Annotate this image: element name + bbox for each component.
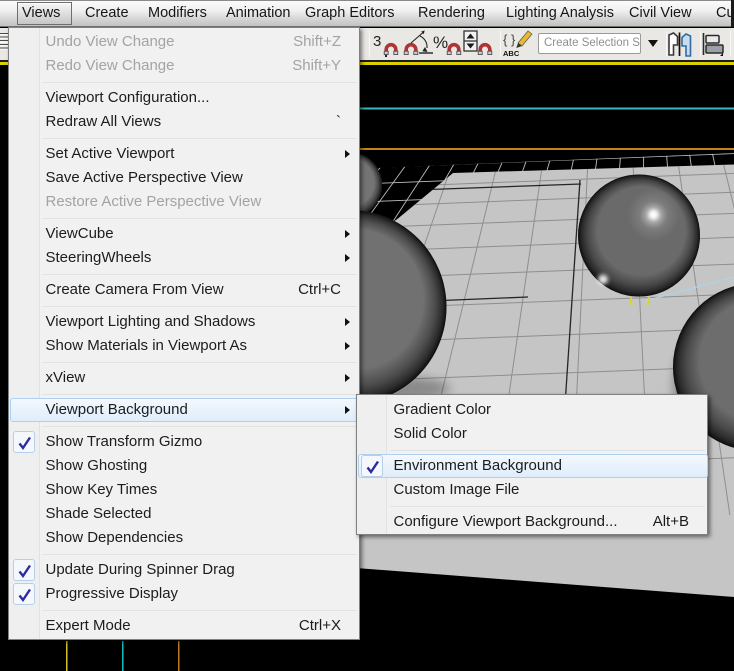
svg-text:{ }: { }	[503, 32, 516, 47]
svg-text:3: 3	[373, 33, 381, 50]
svg-text:%: %	[433, 33, 448, 52]
svg-text:ABC: ABC	[503, 49, 520, 58]
